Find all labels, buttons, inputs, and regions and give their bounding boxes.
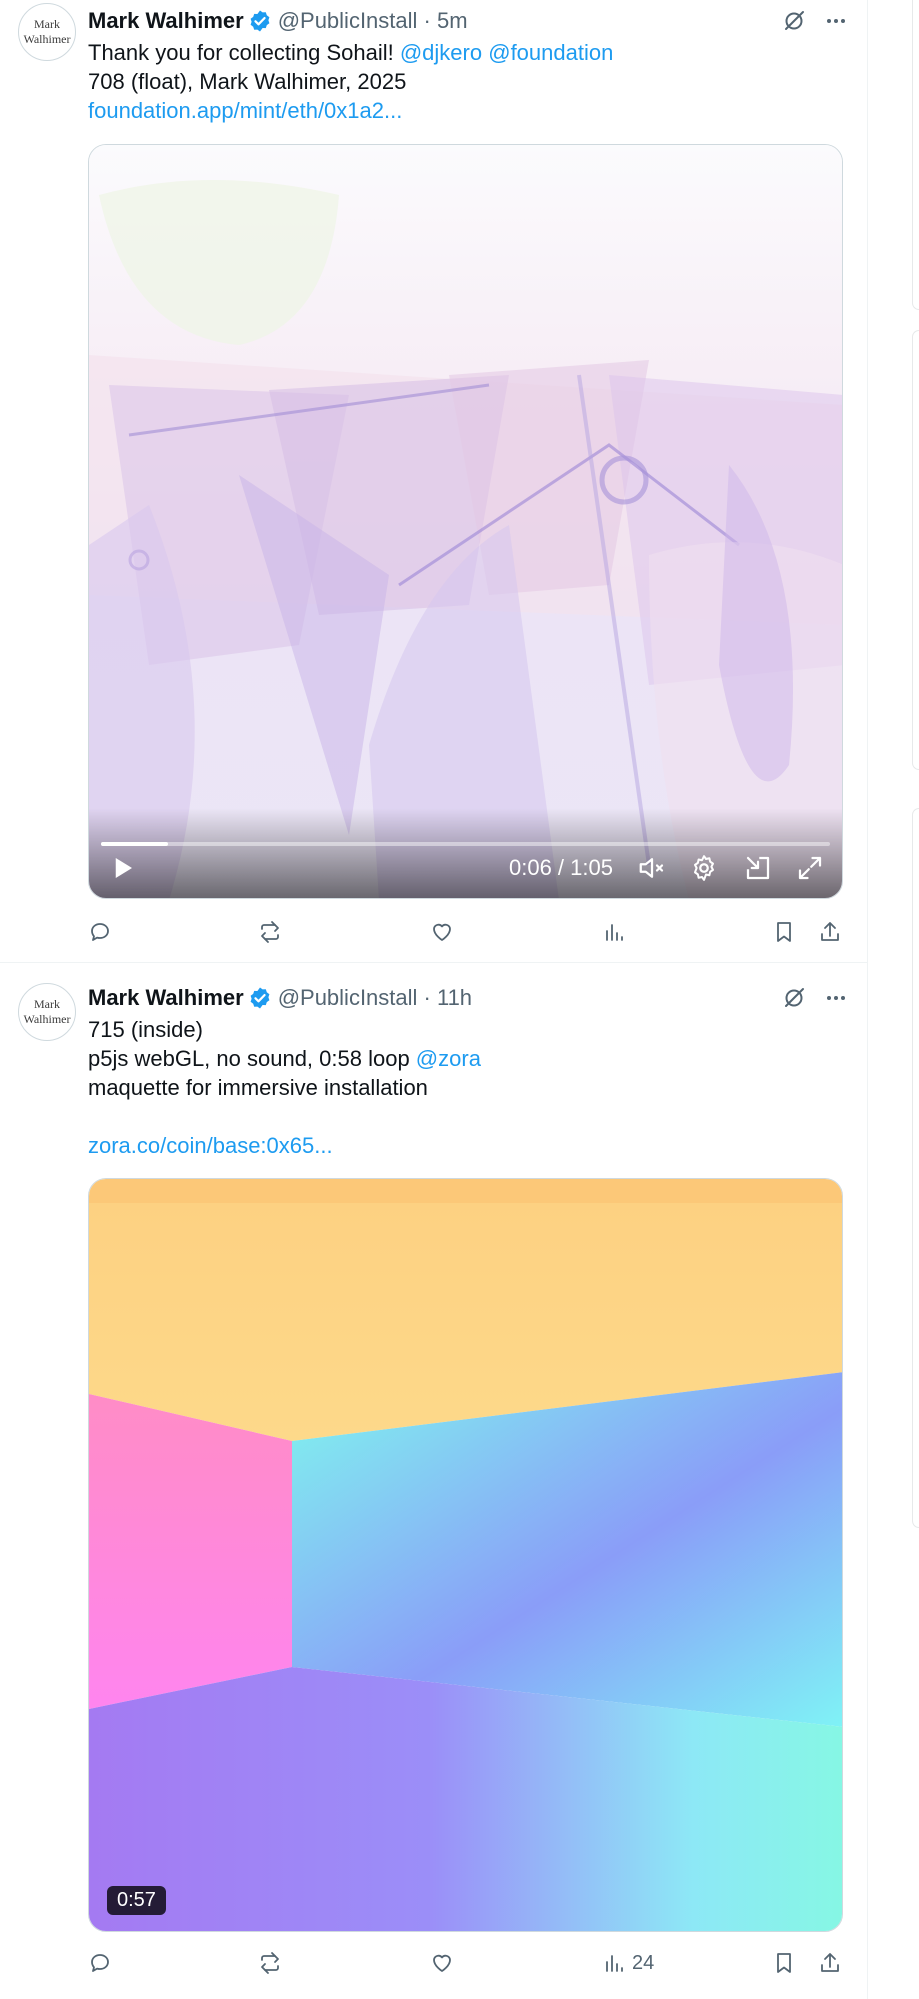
avatar-text: Mark	[34, 997, 60, 1011]
bookmark-icon	[777, 922, 791, 942]
play-button[interactable]	[107, 852, 137, 884]
bookmark-button[interactable]	[772, 1946, 796, 1980]
video-frame	[89, 1179, 842, 1931]
video-player[interactable]: 0:57	[88, 1178, 843, 1932]
sidebar-card	[912, 0, 919, 310]
bookmark-button[interactable]	[772, 915, 796, 949]
views-button[interactable]: 24	[602, 1946, 654, 1980]
avatar[interactable]: Mark Walhimer	[18, 3, 76, 61]
tweet-header: Mark Walhimer @PublicInstall · 5m	[88, 8, 848, 34]
tweet-header: Mark Walhimer @PublicInstall · 11h	[88, 985, 848, 1011]
grok-icon[interactable]	[782, 986, 806, 1010]
repost-button[interactable]	[258, 1946, 282, 1980]
video-time: 0:06 / 1:05	[509, 855, 613, 880]
gear-icon	[694, 855, 714, 881]
settings-button[interactable]	[689, 852, 719, 884]
tweet[interactable]: Mark Walhimer Mark Walhimer @PublicInsta…	[0, 0, 868, 963]
fullscreen-button[interactable]	[795, 852, 825, 884]
more-options-icon[interactable]	[824, 9, 848, 33]
right-sidebar	[868, 0, 919, 1999]
analytics-icon	[606, 924, 623, 941]
views-count: 24	[632, 1951, 655, 1974]
analytics-icon	[606, 1955, 623, 1972]
tweet-actions	[88, 915, 843, 949]
tweet-text: Thank you for collecting Sohail! @djkero…	[88, 38, 838, 125]
avatar-text: Walhimer	[23, 1012, 71, 1026]
author-name[interactable]: Mark Walhimer	[88, 8, 244, 34]
tweet-text-line: p5js webGL, no sound, 0:58 loop @zora	[88, 1046, 481, 1071]
grok-icon[interactable]	[782, 9, 806, 33]
share-button[interactable]	[818, 915, 842, 949]
reply-button[interactable]	[88, 1946, 112, 1980]
verified-badge-icon[interactable]	[248, 986, 272, 1010]
verified-badge-icon[interactable]	[248, 9, 272, 33]
play-icon	[115, 858, 132, 878]
author-handle-time[interactable]: @PublicInstall · 11h	[278, 985, 472, 1011]
video-frame	[89, 145, 842, 898]
share-icon	[821, 1953, 839, 1972]
tweet-text-line: 708 (float), Mark Walhimer, 2025	[88, 69, 407, 94]
repost-icon	[261, 921, 279, 943]
mention-link[interactable]: @zora	[416, 1046, 481, 1071]
reply-button[interactable]	[88, 915, 112, 949]
share-button[interactable]	[818, 1946, 842, 1980]
timeline-feed: Mark Walhimer Mark Walhimer @PublicInsta…	[0, 0, 868, 1999]
share-icon	[821, 922, 839, 941]
mention-link[interactable]: @foundation	[488, 40, 613, 65]
video-player[interactable]: 0:06 / 1:05	[88, 144, 843, 899]
url-link[interactable]: zora.co/coin/base:0x65...	[88, 1133, 333, 1158]
tweet-text-line: Thank you for collecting Sohail! @djkero…	[88, 40, 614, 65]
repost-button[interactable]	[258, 915, 282, 949]
muted-volume-icon	[639, 858, 664, 878]
picture-in-picture-icon	[746, 856, 770, 880]
heart-icon	[433, 1954, 451, 1972]
mention-link[interactable]: @djkero	[400, 40, 482, 65]
reply-icon	[91, 1954, 109, 1972]
picture-in-picture-button[interactable]	[743, 852, 773, 884]
tweet-text-line: 715 (inside)	[88, 1017, 203, 1042]
video-progress-fill	[101, 842, 169, 846]
video-duration-badge: 0:57	[107, 1886, 166, 1915]
views-button[interactable]	[602, 915, 632, 949]
url-link[interactable]: foundation.app/mint/eth/0x1a2...	[88, 98, 402, 123]
like-button[interactable]	[430, 915, 454, 949]
sidebar-card	[912, 808, 919, 1528]
avatar-text: Walhimer	[23, 32, 71, 46]
tweet-text-line	[88, 1102, 838, 1131]
more-options-icon[interactable]	[824, 986, 848, 1010]
avatar[interactable]: Mark Walhimer	[18, 983, 76, 1041]
tweet-actions: 24	[88, 1946, 843, 1980]
author-name[interactable]: Mark Walhimer	[88, 985, 244, 1011]
repost-icon	[261, 1952, 279, 1974]
fullscreen-icon	[798, 856, 822, 880]
tweet[interactable]: Mark Walhimer Mark Walhimer @PublicInsta…	[0, 963, 868, 1999]
tweet-text-line: maquette for immersive installation	[88, 1075, 428, 1100]
author-handle-time[interactable]: @PublicInstall · 5m	[278, 8, 468, 34]
heart-icon	[433, 923, 451, 941]
reply-icon	[91, 923, 109, 941]
like-button[interactable]	[430, 1946, 454, 1980]
avatar-text: Mark	[34, 17, 60, 31]
video-controls: 0:06 / 1:05	[89, 808, 842, 898]
sidebar-card	[912, 330, 919, 770]
bookmark-icon	[777, 1953, 791, 1973]
video-progress-bar[interactable]	[101, 842, 830, 846]
tweet-text: 715 (inside) p5js webGL, no sound, 0:58 …	[88, 1015, 838, 1160]
mute-button[interactable]	[637, 852, 667, 884]
